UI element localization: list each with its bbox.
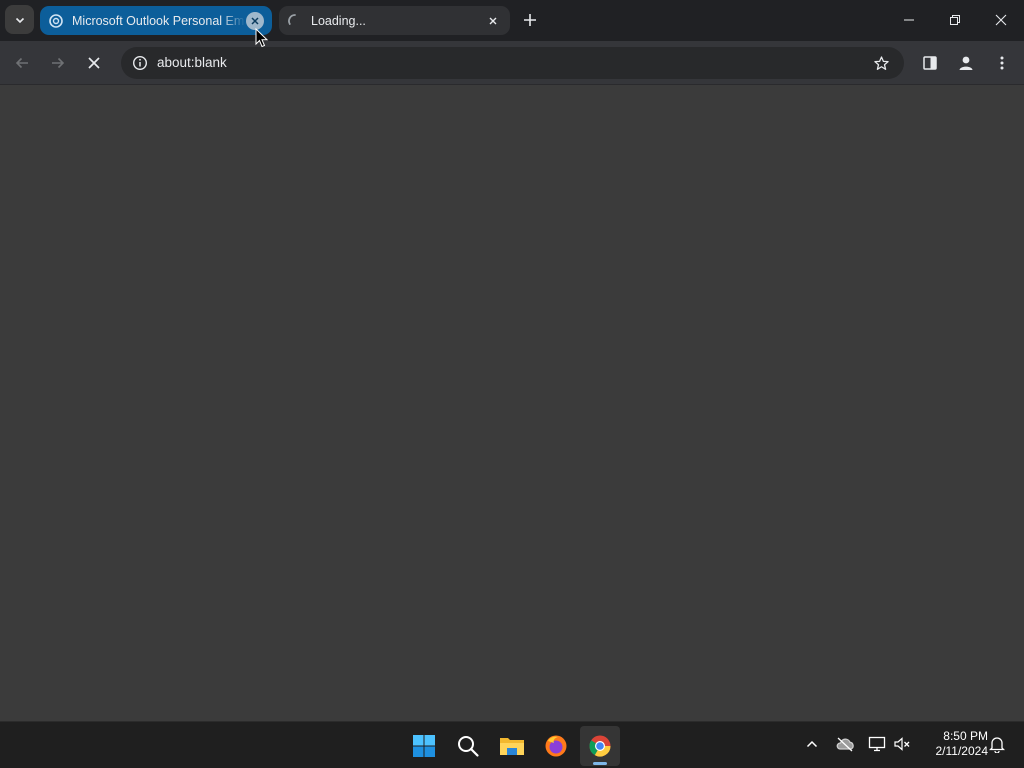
clock-date: 2/11/2024 bbox=[935, 744, 989, 758]
forward-button[interactable] bbox=[44, 49, 72, 77]
arrow-right-icon bbox=[52, 57, 65, 69]
page-content-area[interactable] bbox=[0, 85, 1024, 721]
info-icon[interactable] bbox=[127, 50, 153, 76]
minimize-icon bbox=[904, 19, 914, 21]
firefox-icon bbox=[545, 735, 567, 757]
arrow-left-icon bbox=[15, 57, 28, 69]
star-icon bbox=[873, 55, 889, 70]
chrome-menu-button[interactable] bbox=[988, 49, 1016, 77]
network-icon bbox=[868, 736, 886, 752]
chrome-icon bbox=[589, 735, 611, 757]
window-close-button[interactable] bbox=[978, 0, 1024, 40]
url-text[interactable]: about:blank bbox=[157, 55, 227, 70]
browser-toolbar: about:blank bbox=[0, 41, 1024, 85]
side-panel-button[interactable] bbox=[916, 49, 944, 77]
show-hidden-icons-button[interactable] bbox=[800, 732, 824, 756]
tab-loading[interactable]: Loading... bbox=[279, 6, 510, 35]
windows-taskbar: 8:50 PM 2/11/2024 bbox=[0, 721, 1024, 768]
clock-time: 8:50 PM bbox=[943, 729, 988, 743]
profile-button[interactable] bbox=[952, 49, 980, 77]
loading-spinner-icon bbox=[287, 13, 303, 29]
restore-icon bbox=[950, 15, 960, 25]
bookmark-star-button[interactable] bbox=[868, 50, 894, 76]
new-tab-button[interactable] bbox=[518, 8, 542, 32]
active-app-indicator bbox=[593, 762, 607, 765]
volume-tray-button[interactable] bbox=[890, 732, 914, 756]
stop-loading-button[interactable] bbox=[80, 49, 108, 77]
close-icon bbox=[88, 57, 100, 69]
folder-icon bbox=[500, 738, 524, 755]
mouse-cursor-icon bbox=[255, 28, 269, 48]
kebab-menu-icon bbox=[1000, 56, 1004, 70]
close-icon bbox=[489, 17, 497, 24]
tab-outlook[interactable]: Microsoft Outlook Personal Email bbox=[40, 6, 272, 35]
close-icon bbox=[251, 16, 259, 25]
tab-strip: Microsoft Outlook Personal Email Loading… bbox=[0, 0, 1024, 41]
search-icon bbox=[458, 736, 479, 757]
windows-logo-icon bbox=[413, 735, 435, 757]
cloud-offline-icon bbox=[836, 737, 854, 752]
notifications-button[interactable] bbox=[985, 732, 1009, 756]
profile-icon bbox=[959, 56, 973, 70]
system-clock[interactable]: 8:50 PM 2/11/2024 bbox=[918, 729, 989, 759]
browser-window: Microsoft Outlook Personal Email Loading… bbox=[0, 0, 1024, 768]
minimize-button[interactable] bbox=[886, 0, 932, 40]
firefox-button[interactable] bbox=[536, 726, 576, 766]
tab-title: Loading... bbox=[311, 13, 366, 28]
address-bar[interactable]: about:blank bbox=[121, 47, 904, 79]
start-button[interactable] bbox=[404, 726, 444, 766]
restore-button[interactable] bbox=[932, 0, 978, 40]
close-icon bbox=[995, 14, 1007, 26]
search-button[interactable] bbox=[448, 726, 488, 766]
network-tray-button[interactable] bbox=[865, 732, 889, 756]
plus-icon bbox=[524, 14, 536, 26]
tab-search-button[interactable] bbox=[5, 5, 34, 34]
chevron-up-icon bbox=[806, 740, 818, 748]
onedrive-tray-button[interactable] bbox=[833, 732, 857, 756]
tab-title: Microsoft Outlook Personal Email bbox=[72, 13, 246, 28]
volume-muted-icon bbox=[894, 737, 910, 751]
chrome-button[interactable] bbox=[580, 726, 620, 766]
tab-close-button[interactable] bbox=[246, 11, 264, 30]
file-explorer-button[interactable] bbox=[492, 726, 532, 766]
outlook-favicon-icon bbox=[48, 13, 64, 29]
side-panel-icon bbox=[923, 56, 937, 70]
back-button[interactable] bbox=[8, 49, 36, 77]
tab-close-button[interactable] bbox=[484, 12, 502, 30]
chevron-down-icon bbox=[15, 17, 24, 23]
bell-icon bbox=[989, 737, 1005, 753]
